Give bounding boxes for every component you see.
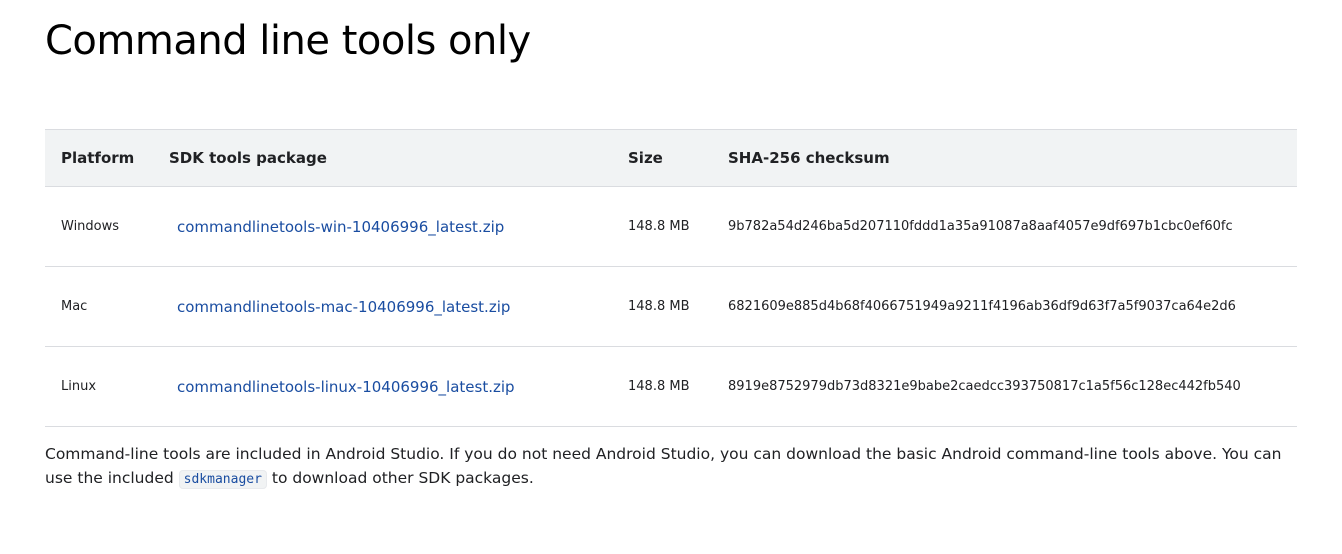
checksum-cell: 9b782a54d246ba5d207110fddd1a35a91087a8aa… <box>712 186 1297 267</box>
download-link-linux[interactable]: commandlinetools-linux-10406996_latest.z… <box>169 378 515 396</box>
note-text-after: to download other SDK packages. <box>266 469 534 487</box>
table-body: Windows commandlinetools-win-10406996_la… <box>45 186 1297 427</box>
package-cell: commandlinetools-linux-10406996_latest.z… <box>153 346 612 427</box>
size-cell: 148.8 MB <box>612 266 712 347</box>
download-link-mac[interactable]: commandlinetools-mac-10406996_latest.zip <box>169 298 510 316</box>
package-cell: commandlinetools-mac-10406996_latest.zip <box>153 266 612 347</box>
size-cell: 148.8 MB <box>612 346 712 427</box>
download-link-windows[interactable]: commandlinetools-win-10406996_latest.zip <box>169 218 504 236</box>
header-checksum: SHA-256 checksum <box>712 129 1297 187</box>
description-paragraph: Command-line tools are included in Andro… <box>45 442 1285 492</box>
table-row: Mac commandlinetools-mac-10406996_latest… <box>45 266 1297 347</box>
downloads-table: Platform SDK tools package Size SHA-256 … <box>45 129 1297 427</box>
sdkmanager-code: sdkmanager <box>178 470 267 489</box>
page: Command line tools only Platform SDK too… <box>0 0 1342 554</box>
platform-cell: Windows <box>45 186 153 267</box>
table-row: Linux commandlinetools-linux-10406996_la… <box>45 346 1297 427</box>
package-cell: commandlinetools-win-10406996_latest.zip <box>153 186 612 267</box>
page-title: Command line tools only <box>45 18 531 64</box>
table-row: Windows commandlinetools-win-10406996_la… <box>45 186 1297 267</box>
platform-cell: Linux <box>45 346 153 427</box>
table-header: Platform SDK tools package Size SHA-256 … <box>45 129 1297 187</box>
checksum-cell: 6821609e885d4b68f4066751949a9211f4196ab3… <box>712 266 1297 347</box>
size-cell: 148.8 MB <box>612 186 712 267</box>
checksum-cell: 8919e8752979db73d8321e9babe2caedcc393750… <box>712 346 1297 427</box>
table-header-row: Platform SDK tools package Size SHA-256 … <box>45 129 1297 187</box>
header-package: SDK tools package <box>153 129 612 187</box>
header-platform: Platform <box>45 129 153 187</box>
platform-cell: Mac <box>45 266 153 347</box>
header-size: Size <box>612 129 712 187</box>
